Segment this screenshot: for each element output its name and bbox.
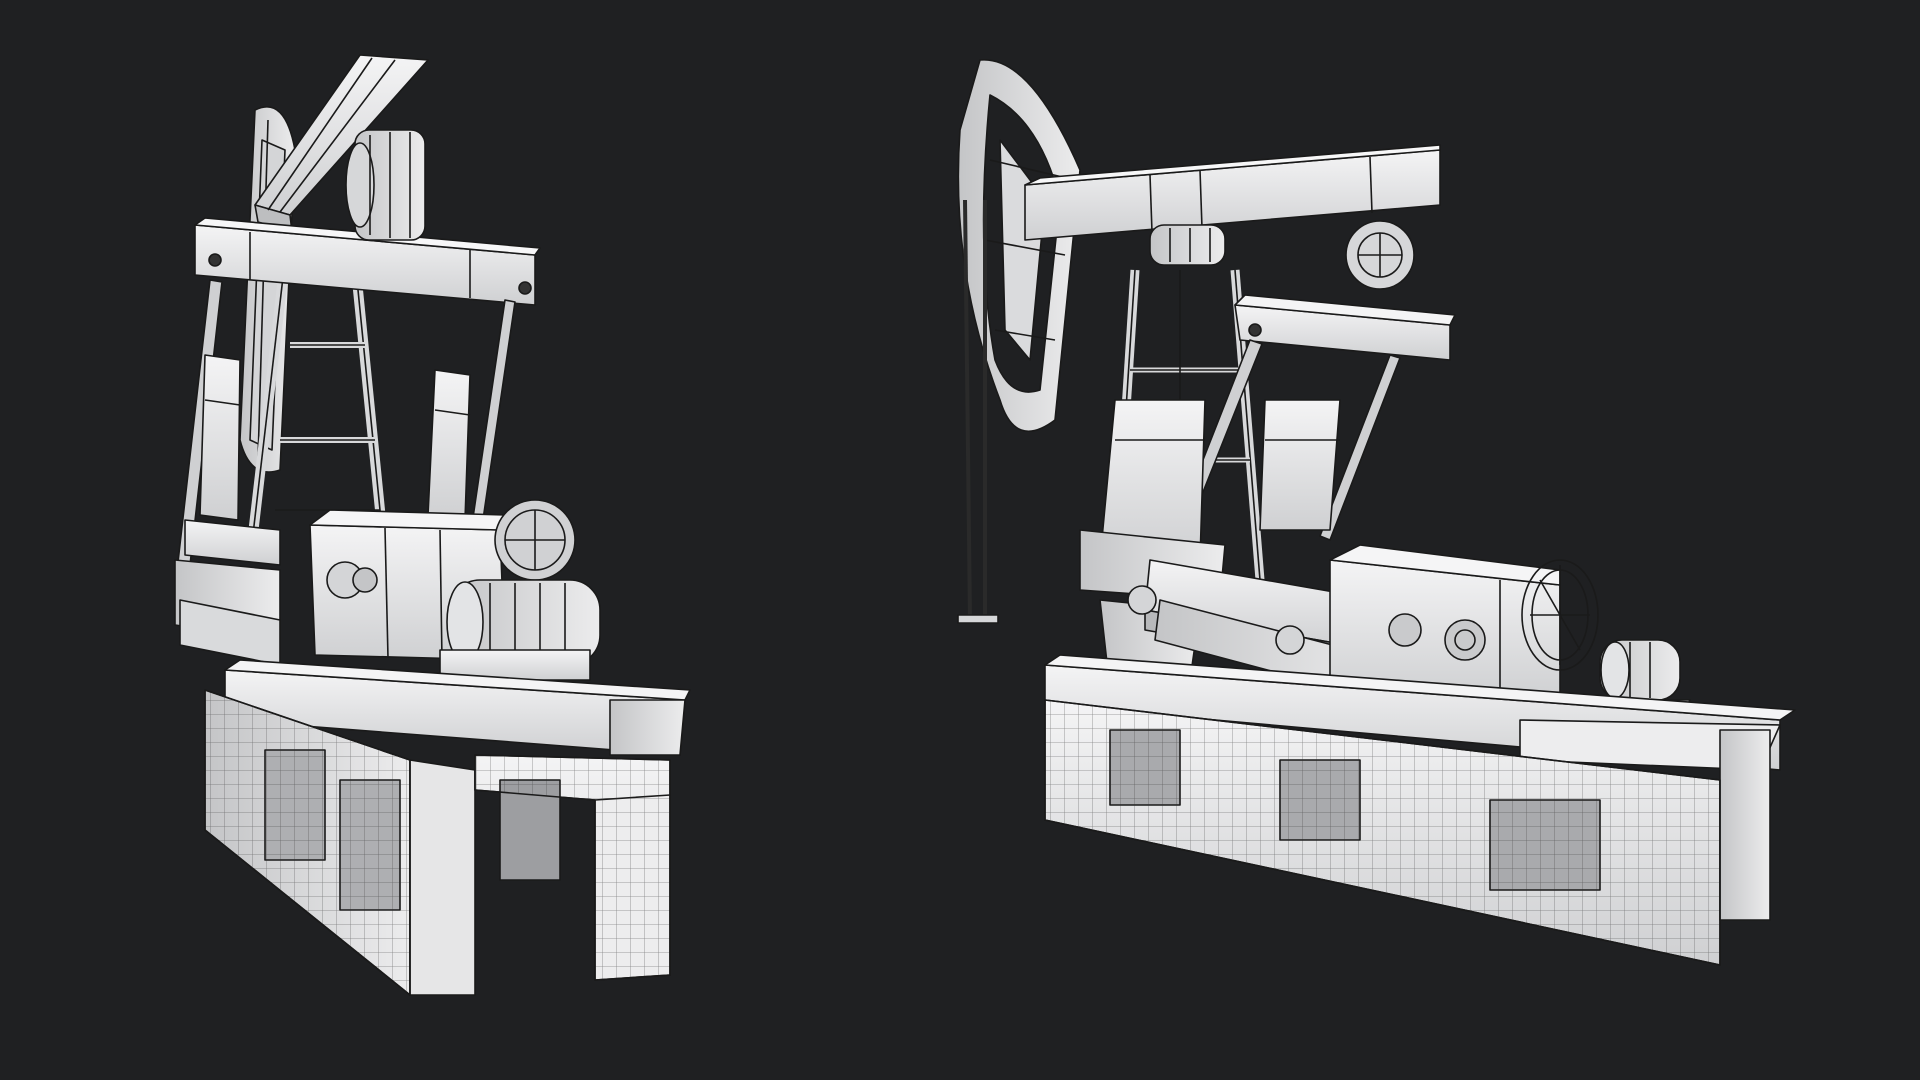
left-saddle-bearing bbox=[345, 129, 426, 241]
render-scene bbox=[174, 54, 1796, 996]
right-horsehead bbox=[957, 59, 1081, 432]
pump-jack-right bbox=[957, 59, 1796, 966]
right-belt-wheel bbox=[1521, 559, 1599, 671]
render-viewport bbox=[0, 0, 1920, 1080]
left-crank-block bbox=[174, 519, 281, 666]
pump-jack-left bbox=[174, 54, 691, 996]
right-equalizer bbox=[1234, 294, 1456, 361]
right-tail-bearing bbox=[1345, 220, 1415, 290]
right-gearbox bbox=[1329, 544, 1561, 701]
right-saddle-bearing bbox=[1149, 224, 1226, 266]
